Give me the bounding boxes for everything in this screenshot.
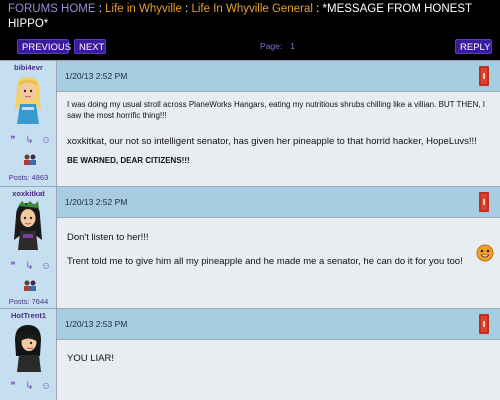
post-author-actions: ❞ ↳ ☺ (7, 381, 52, 392)
avatar[interactable] (12, 74, 44, 124)
reply-button[interactable]: REPLY (455, 39, 492, 54)
post-text: Don't listen to her!!! (67, 232, 149, 243)
post-header: 1/20/13 2:52 PM (57, 61, 500, 92)
quote-icon[interactable]: ❞ (7, 261, 19, 272)
report-flag-icon[interactable] (478, 313, 490, 335)
post-author-sidebar: bibi4evr ❞ ↳ ☺ Posts: 4863 (0, 61, 57, 186)
friends-icon[interactable] (23, 280, 37, 291)
quote-icon[interactable]: ❞ (7, 135, 19, 146)
page-indicator: Page: 1 (260, 41, 295, 51)
reply-arrow-icon[interactable]: ↳ (24, 261, 36, 272)
next-button[interactable]: NEXT (74, 39, 106, 54)
quote-icon[interactable]: ❞ (7, 381, 19, 392)
breadcrumb-forums-home[interactable]: FORUMS HOME (8, 3, 96, 15)
forum-post: xoxkitkat ❞ ↳ ☺ Posts: 7644 1/20/13 2:52… (0, 186, 500, 308)
forum-post: bibi4evr ❞ ↳ ☺ Posts: 4863 1/20/13 2:52 … (0, 60, 500, 186)
post-text: xoxkitkat, our not so intelligent senato… (67, 136, 477, 147)
breadcrumb-life-in-whyville[interactable]: Life in Whyville (105, 3, 182, 15)
breadcrumb: FORUMS HOME : Life in Whyville : Life In… (0, 0, 500, 37)
post-body: YOU LIAR! (57, 352, 500, 365)
post-author-name[interactable]: bibi4evr (0, 63, 57, 72)
user-card-icon[interactable]: ☺ (40, 135, 52, 146)
smiley-emote-icon (476, 244, 494, 262)
post-text: Trent told me to give him all my pineapp… (67, 256, 463, 267)
post-header: 1/20/13 2:52 PM (57, 187, 500, 218)
post-timestamp: 1/20/13 2:52 PM (65, 71, 128, 81)
post-author-actions: ❞ ↳ ☺ (7, 261, 52, 272)
breadcrumb-life-in-whyville-general[interactable]: Life In Whyville General (191, 3, 312, 15)
post-count: Posts: 4863 (8, 173, 49, 182)
post-text: YOU LIAR! (67, 353, 114, 364)
report-flag-icon[interactable] (478, 191, 490, 213)
thread-nav-bar: PREVIOUS NEXT Page: 1 REPLY (0, 37, 500, 60)
post-timestamp: 1/20/13 2:52 PM (65, 197, 128, 207)
post-author-name[interactable]: HotTrent1 (0, 311, 57, 320)
post-author-sidebar: xoxkitkat ❞ ↳ ☺ Posts: 7644 (0, 187, 57, 308)
avatar[interactable] (12, 322, 44, 372)
post-count: Posts: 7644 (8, 297, 49, 306)
post-text: BE WARNED, DEAR CITIZENS!!! (67, 156, 190, 165)
post-author-sidebar: HotTrent1 ❞ ↳ ☺ (0, 309, 57, 400)
avatar[interactable] (12, 200, 44, 250)
page-label: Page: (260, 41, 283, 51)
post-author-actions: ❞ ↳ ☺ (7, 135, 52, 146)
post-body: I was doing my usual stroll across Plane… (57, 99, 500, 165)
breadcrumb-separator: : (316, 3, 320, 15)
reply-arrow-icon[interactable]: ↳ (24, 381, 36, 392)
friends-icon[interactable] (23, 154, 37, 165)
post-header: 1/20/13 2:53 PM (57, 309, 500, 340)
reply-arrow-icon[interactable]: ↳ (24, 135, 36, 146)
report-flag-icon[interactable] (478, 65, 490, 87)
user-card-icon[interactable]: ☺ (40, 381, 52, 392)
post-text: I was doing my usual stroll across Plane… (67, 100, 485, 120)
page-number: 1 (290, 41, 295, 51)
post-author-name[interactable]: xoxkitkat (0, 189, 57, 198)
post-body: Don't listen to her!!! Trent told me to … (57, 231, 500, 268)
previous-button[interactable]: PREVIOUS (17, 39, 71, 54)
post-timestamp: 1/20/13 2:53 PM (65, 319, 128, 329)
breadcrumb-separator: : (185, 3, 189, 15)
forum-post: HotTrent1 ❞ ↳ ☺ 1/20/13 2:53 PM YOU LIAR… (0, 308, 500, 400)
user-card-icon[interactable]: ☺ (40, 261, 52, 272)
breadcrumb-separator: : (98, 3, 102, 15)
